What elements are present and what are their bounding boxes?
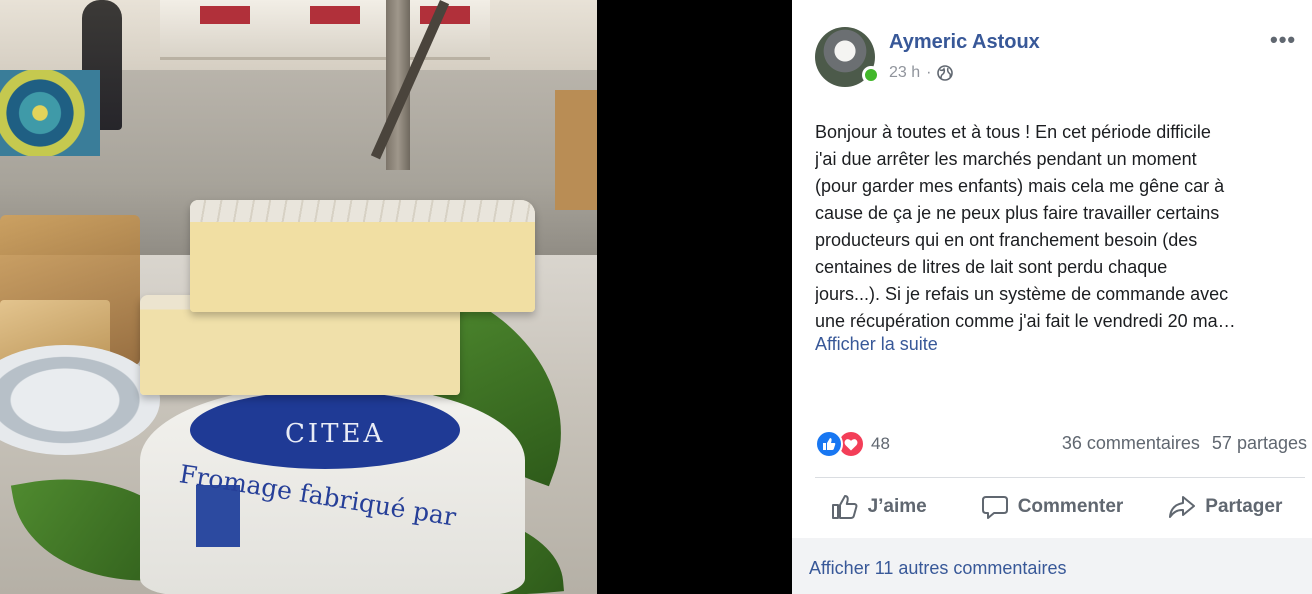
comment-button[interactable]: Commenter <box>965 484 1138 530</box>
photo-stall <box>555 90 597 210</box>
comment-button-label: Commenter <box>1017 496 1124 517</box>
reactions-summary[interactable]: 48 <box>815 430 890 458</box>
like-button-label: J’aime <box>867 496 927 517</box>
share-count-link[interactable]: 57 partages <box>1212 433 1307 454</box>
online-status-dot <box>862 66 880 84</box>
post-body-line: (pour garder mes enfants) mais cela me g… <box>815 176 1225 196</box>
author-name[interactable]: Aymeric Astoux <box>889 31 1040 54</box>
post-body-line: j'ai due arrêter les marchés pendant un … <box>815 149 1197 169</box>
photo-viewer-gap <box>597 0 792 594</box>
post-body-line: jours...). Si je refais un système de co… <box>815 284 1229 304</box>
view-more-comments-link[interactable]: Afficher 11 autres commentaires <box>809 558 1066 579</box>
post-meta: 23 h · <box>889 64 954 82</box>
photo-cheese-slice-upper <box>190 200 535 312</box>
share-button[interactable]: Partager <box>1139 484 1312 530</box>
reaction-count: 48 <box>871 434 890 453</box>
post-timestamp[interactable]: 23 h <box>889 64 920 82</box>
post-body-line: centaines de litres de lait sont perdu c… <box>815 257 1168 277</box>
comment-bubble-icon <box>981 494 1009 520</box>
photo-banner <box>0 70 100 156</box>
like-button[interactable]: J’aime <box>792 484 965 530</box>
divider <box>815 477 1305 478</box>
thumbs-up-icon <box>831 494 859 520</box>
photo-cheese-wheel: CITEA Fromage fabriqué par <box>140 385 525 594</box>
more-options-icon[interactable]: ••• <box>1270 27 1296 53</box>
engagement-stats: 36 commentaires 57 partages <box>1062 433 1307 454</box>
photo-seal-text: CITEA <box>285 419 386 449</box>
post-panel: Aymeric Astoux 23 h · ••• Bonjour à tout… <box>792 0 1312 594</box>
photo-cheese-seal: CITEA <box>190 391 460 469</box>
meta-separator: · <box>926 64 932 81</box>
see-more-link[interactable]: Afficher la suite <box>815 334 938 355</box>
globe-icon[interactable] <box>937 65 954 81</box>
like-reaction-icon <box>815 430 843 458</box>
share-button-label: Partager <box>1205 496 1283 517</box>
comment-count-link[interactable]: 36 commentaires <box>1062 433 1200 454</box>
post-body-line: une récupération comme j'ai fait le vend… <box>815 311 1236 331</box>
share-arrow-icon <box>1168 494 1196 520</box>
post-body: Bonjour à toutes et à tous ! En cet péri… <box>815 119 1300 335</box>
action-bar: J’aime Commenter Partager <box>792 484 1312 530</box>
post-body-line: producteurs qui en ont franchement besoi… <box>815 230 1198 250</box>
post-photo[interactable]: CITEA Fromage fabriqué par <box>0 0 597 594</box>
post-body-line: cause de ça je ne peux plus faire travai… <box>815 203 1220 223</box>
post-body-line: Bonjour à toutes et à tous ! En cet péri… <box>815 122 1211 142</box>
